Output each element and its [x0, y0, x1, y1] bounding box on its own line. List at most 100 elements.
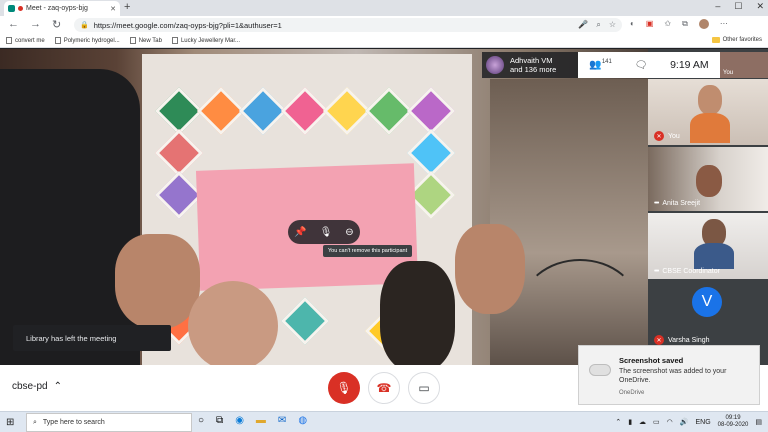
- close-window-icon[interactable]: ✕: [756, 1, 764, 12]
- leave-call-button[interactable]: ☎: [368, 372, 400, 404]
- maximize-icon[interactable]: ☐: [734, 1, 742, 12]
- search-icon: ⌕: [33, 418, 37, 426]
- favorites-icon[interactable]: ✩: [664, 19, 671, 29]
- self-view-mini[interactable]: You: [720, 52, 768, 78]
- edge-icon[interactable]: ◉: [235, 415, 244, 426]
- participant-actions-pill: 📌 🎙 ⊖: [288, 220, 360, 244]
- extension-bar: ◐ ▣ ✩ ⧉ ⋯: [630, 19, 728, 29]
- windows-notification[interactable]: Screenshot saved The screenshot was adde…: [578, 345, 760, 405]
- participant-left-toast: Library has left the meeting: [13, 325, 171, 351]
- menu-icon[interactable]: ⋯: [720, 19, 728, 29]
- meeting-clock: 9:19 AM: [670, 59, 709, 71]
- person-shirt: [0, 69, 140, 365]
- tile-label: CBSE Coordinator: [662, 268, 720, 275]
- bookmark-item[interactable]: convert me: [6, 37, 45, 44]
- participant-tile[interactable]: ••• Anita Sreejit: [648, 147, 768, 211]
- mic-off-icon: ✕: [654, 335, 664, 345]
- browser-toolbar: ← → ↻ 🔒 https://meet.google.com/zaq-oyps…: [0, 16, 768, 34]
- hangup-icon: ☎: [376, 381, 392, 395]
- close-tab-icon[interactable]: ✕: [110, 5, 116, 13]
- chevron-up-icon: ⌃: [53, 381, 62, 392]
- mute-participant-icon[interactable]: 🎙: [320, 227, 333, 238]
- folder-icon: [711, 37, 720, 43]
- window-controls: – ☐ ✕: [715, 1, 764, 12]
- presenter-chip[interactable]: Adhvaith VM and 136 more: [482, 52, 578, 78]
- remove-participant-icon[interactable]: ⊖: [345, 227, 353, 238]
- meet-topbar: 👥141 🗨 9:19 AM: [578, 52, 720, 78]
- taskbar-clock[interactable]: 09:19 08-09-2020: [718, 415, 749, 429]
- wifi-icon[interactable]: ◠: [667, 418, 673, 426]
- new-tab-button[interactable]: +: [124, 1, 130, 13]
- mail-icon[interactable]: ✉: [278, 415, 286, 426]
- mic-toggle-button[interactable]: 🎙: [328, 372, 360, 404]
- minimize-icon[interactable]: –: [715, 1, 720, 12]
- taskbar-search[interactable]: ⌕ Type here to search: [26, 413, 192, 432]
- participant-tile[interactable]: V ✕ Varsha Singh: [648, 281, 768, 349]
- bookmark-item[interactable]: Polymeric hydrogel...: [54, 37, 120, 44]
- star-icon[interactable]: ☆: [609, 20, 616, 30]
- camera-icon: ▭: [418, 381, 430, 395]
- meeting-code: cbse-pd: [12, 381, 48, 392]
- volume-icon[interactable]: 🔊: [680, 418, 689, 426]
- battery-icon[interactable]: ▭: [653, 418, 660, 426]
- record-extension-icon[interactable]: ▣: [646, 19, 654, 29]
- collections-icon[interactable]: ⧉: [682, 19, 688, 29]
- url-text: https://meet.google.com/zaq-oyps-bjg?pli…: [93, 20, 282, 30]
- participant-tile[interactable]: ••• CBSE Coordinator: [648, 213, 768, 279]
- address-bar[interactable]: 🔒 https://meet.google.com/zaq-oyps-bjg?p…: [74, 18, 622, 32]
- mic-icon[interactable]: 🎤: [578, 20, 588, 30]
- bookmark-item[interactable]: New Tab: [129, 37, 162, 44]
- taskbar-time: 09:19: [725, 415, 741, 421]
- page-icon: [54, 37, 61, 44]
- tile-label: Varsha Singh: [668, 336, 710, 344]
- main-video-feed[interactable]: [0, 49, 648, 365]
- back-icon[interactable]: ←: [8, 18, 19, 30]
- mic-off-icon: ✕: [654, 131, 664, 141]
- participant-avatar: V: [692, 287, 722, 317]
- notification-title: Screenshot saved: [619, 356, 684, 365]
- chat-icon[interactable]: 🗨: [635, 60, 648, 71]
- participant-count: 141: [601, 59, 612, 66]
- mic-off-icon: 🎙: [336, 381, 352, 395]
- task-view-icon[interactable]: ⧉: [216, 415, 223, 426]
- browser-tab[interactable]: Meet - zaq-oyps-bjg ✕: [4, 1, 120, 16]
- page-icon: [129, 37, 136, 44]
- tray-chevron-icon[interactable]: ⌃: [615, 418, 621, 426]
- speaking-indicator-icon: •••: [654, 268, 659, 275]
- meeting-details[interactable]: cbse-pd ⌃: [12, 381, 62, 392]
- taskbar-date: 08-09-2020: [717, 422, 749, 428]
- profile-avatar[interactable]: [698, 19, 709, 29]
- notification-body: The screenshot was added to your OneDriv…: [619, 368, 727, 384]
- pin-icon[interactable]: 📌: [294, 227, 306, 238]
- meet-favicon-icon: [8, 5, 15, 12]
- speaking-indicator-icon: •••: [654, 200, 659, 207]
- reload-icon[interactable]: ↻: [52, 18, 61, 31]
- left-hand: [115, 234, 200, 329]
- taskbar-apps: ○ ⧉ ◉ ▬ ✉ ◍: [198, 415, 307, 426]
- notification-source: OneDrive: [619, 390, 645, 396]
- language-indicator[interactable]: ENG: [696, 419, 711, 426]
- cortana-icon[interactable]: ○: [198, 415, 204, 426]
- forward-icon[interactable]: →: [30, 18, 41, 30]
- windows-taskbar: ⊞ ⌕ Type here to search ○ ⧉ ◉ ▬ ✉ ◍ ⌃ ▮ …: [0, 411, 768, 432]
- bookmark-item[interactable]: Lucky Jewellery Mar...: [171, 37, 240, 44]
- participant-tile[interactable]: ✕ You: [648, 79, 768, 145]
- page-icon: [171, 37, 178, 44]
- recording-dot-icon: [18, 6, 23, 11]
- tab-title: Meet - zaq-oyps-bjg: [26, 5, 88, 12]
- camera-toggle-button[interactable]: ▭: [408, 372, 440, 404]
- extension-icon[interactable]: ◐: [630, 19, 635, 29]
- meet-tray-icon[interactable]: ▮: [628, 418, 632, 426]
- drawn-curve: [520, 259, 640, 359]
- onedrive-icon[interactable]: ☁: [639, 418, 646, 426]
- people-button[interactable]: 👥141: [589, 59, 611, 70]
- people-icon: 👥: [589, 59, 602, 71]
- file-explorer-icon[interactable]: ▬: [256, 415, 266, 426]
- other-favorites[interactable]: Other favorites: [711, 37, 762, 43]
- zoom-icon[interactable]: ⌕: [596, 20, 600, 30]
- edge-legacy-icon[interactable]: ◍: [298, 415, 307, 426]
- windows-start-icon[interactable]: ⊞: [6, 417, 14, 428]
- notification-center-icon[interactable]: ▤: [755, 418, 762, 426]
- self-mini-label: You: [723, 70, 734, 76]
- page-icon: [6, 37, 12, 44]
